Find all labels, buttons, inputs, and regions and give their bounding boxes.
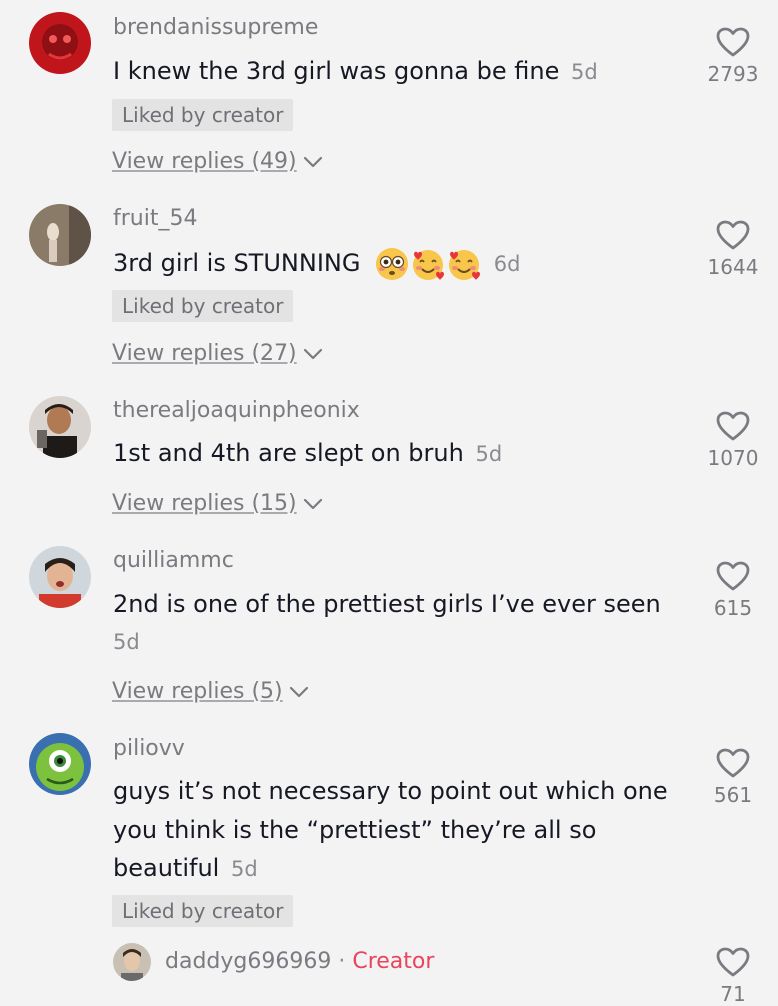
chevron-down-icon [303, 498, 322, 510]
avatar[interactable] [29, 396, 91, 458]
comment-time: 5d [113, 630, 140, 654]
comment-username[interactable]: brendanissupreme [113, 15, 318, 40]
comment-time: 5d [475, 442, 503, 466]
comment-time: 5d [571, 60, 598, 84]
comment-text-line: you think is the “prettiest” they’re all… [113, 811, 596, 849]
view-replies-link[interactable]: View replies (49) [112, 149, 323, 174]
heart-icon[interactable] [715, 410, 751, 442]
chevron-down-icon [303, 348, 322, 360]
comment-body: I knew the 3rd girl was gonna be fine [113, 57, 560, 85]
reply-header: daddyg696969 · Creator [165, 949, 434, 974]
liked-by-creator-badge: Liked by creator [112, 99, 294, 131]
smiling-face-with-hearts-icon [449, 250, 481, 280]
comment-text-line: beautiful 5d [113, 849, 258, 888]
flushed-face-icon [376, 248, 409, 280]
comment-body: guys it’s not necessary to point out whi… [113, 777, 668, 805]
comment-username[interactable]: therealjoaquinpheonix [113, 398, 360, 423]
view-replies-link[interactable]: View replies (5) [112, 679, 309, 704]
like-column: 1070 [688, 410, 778, 470]
comment-body: 3rd girl is STUNNING [113, 249, 361, 277]
comment-body: 1st and 4th are slept on bruh [113, 439, 464, 467]
comment-username[interactable]: quilliammc [113, 548, 234, 573]
avatar[interactable] [29, 12, 91, 74]
liked-by-creator-badge: Liked by creator [112, 290, 294, 322]
comment-username[interactable]: piliovv [113, 736, 185, 761]
comment-time-line: 5d [113, 622, 140, 661]
heart-icon[interactable] [715, 747, 751, 779]
heart-icon[interactable] [715, 26, 751, 58]
comment-username[interactable]: fruit_54 [113, 206, 197, 231]
like-column: 2793 [688, 26, 778, 86]
chevron-down-icon [303, 156, 322, 168]
avatar[interactable] [29, 204, 91, 266]
like-column: 561 [688, 747, 778, 807]
view-replies-label: View replies (49) [112, 149, 297, 174]
comment-text: I knew the 3rd girl was gonna be fine 5d [113, 52, 598, 91]
like-column: 615 [688, 560, 778, 620]
creator-label: Creator [352, 949, 435, 974]
avatar[interactable] [29, 733, 91, 795]
comment-time: 6d [493, 252, 521, 276]
like-column: 71 [688, 946, 778, 1006]
comment-time: 5d [230, 857, 258, 881]
like-count: 71 [720, 982, 746, 1006]
comment-body: beautiful [113, 854, 220, 882]
liked-by-creator-badge: Liked by creator [112, 895, 294, 927]
heart-icon[interactable] [715, 560, 751, 592]
separator-dot: · [338, 949, 346, 974]
view-replies-label: View replies (5) [112, 679, 283, 704]
like-column: 1644 [688, 219, 778, 279]
heart-icon[interactable] [715, 219, 751, 251]
view-replies-label: View replies (27) [112, 341, 297, 366]
comment-text: 2nd is one of the prettiest girls I’ve e… [113, 585, 661, 623]
view-replies-label: View replies (15) [112, 491, 297, 516]
like-count: 561 [713, 783, 753, 807]
avatar[interactable] [113, 943, 151, 981]
heart-icon[interactable] [715, 946, 751, 978]
comment-text: 3rd girl is STUNNING 6d [113, 244, 520, 283]
reply-username[interactable]: daddyg696969 [165, 949, 331, 974]
like-count: 1644 [707, 255, 759, 279]
chevron-down-icon [289, 686, 308, 698]
like-count: 1070 [707, 446, 759, 470]
smiling-face-with-hearts-icon [413, 250, 445, 280]
like-count: 2793 [707, 62, 759, 86]
comment-body: 2nd is one of the prettiest girls I’ve e… [113, 590, 661, 618]
avatar[interactable] [29, 546, 91, 608]
comment-text: 1st and 4th are slept on bruh 5d [113, 434, 502, 473]
view-replies-link[interactable]: View replies (15) [112, 491, 323, 516]
comment-text-line: guys it’s not necessary to point out whi… [113, 772, 668, 810]
like-count: 615 [713, 596, 753, 620]
comment-body: you think is the “prettiest” they’re all… [113, 816, 597, 844]
view-replies-link[interactable]: View replies (27) [112, 341, 323, 366]
